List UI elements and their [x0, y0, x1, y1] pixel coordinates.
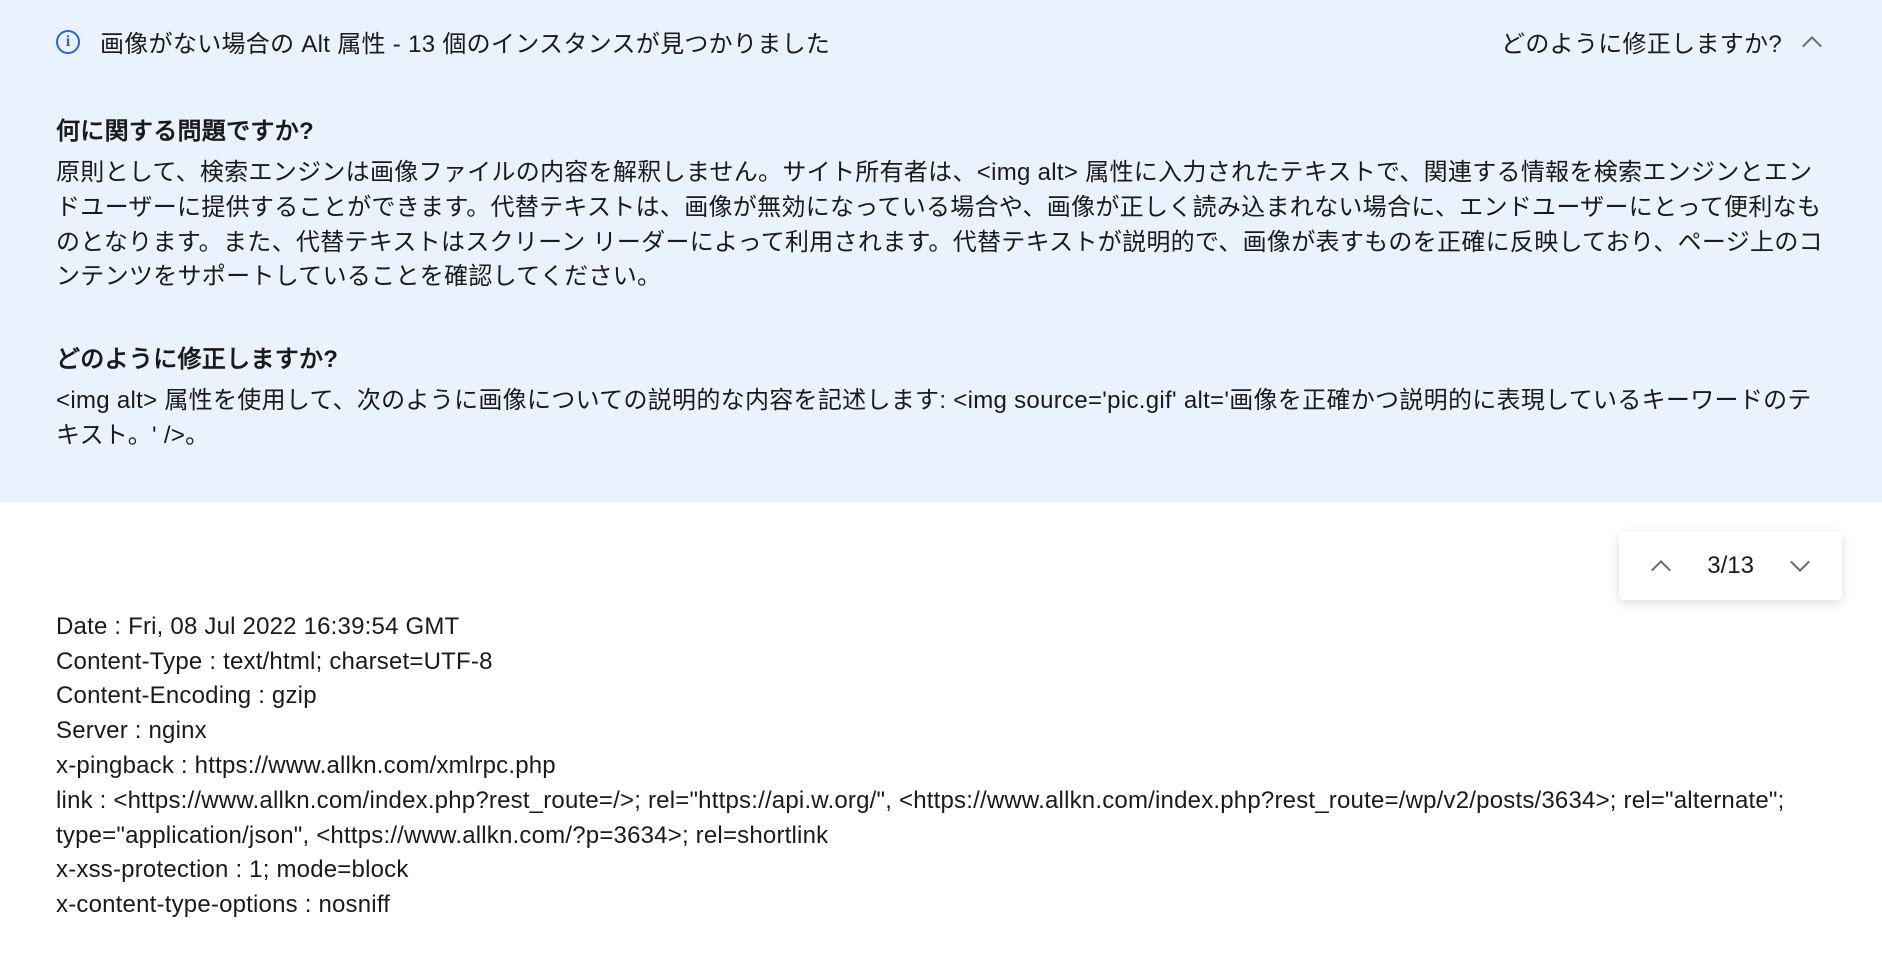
pager-prev-button[interactable]: [1647, 552, 1675, 580]
header-content-encoding: Content-Encoding : gzip: [56, 679, 1826, 714]
pager: 3/13: [1619, 532, 1842, 600]
header-x-pingback: x-pingback : https://www.allkn.com/xmlrp…: [56, 749, 1826, 784]
header-link: link : <https://www.allkn.com/index.php?…: [56, 784, 1826, 854]
issue-panel-header: 画像がない場合の Alt 属性 - 13 個のインスタンスが見つかりました どの…: [0, 0, 1882, 83]
panel-title: 画像がない場合の Alt 属性 - 13 個のインスタンスが見つかりました: [100, 24, 830, 59]
chevron-up-icon[interactable]: [1798, 28, 1826, 56]
header-x-xss-protection: x-xss-protection : 1; mode=block: [56, 853, 1826, 888]
panel-header-right: どのように修正しますか?: [1501, 24, 1826, 59]
problem-heading: 何に関する問題ですか?: [56, 111, 1826, 146]
header-content-type: Content-Type : text/html; charset=UTF-8: [56, 645, 1826, 680]
header-x-content-type-options: x-content-type-options : nosniff: [56, 888, 1826, 923]
info-icon: [56, 30, 80, 54]
pager-count: 3/13: [1707, 552, 1754, 580]
header-date: Date : Fri, 08 Jul 2022 16:39:54 GMT: [56, 610, 1826, 645]
pager-next-button[interactable]: [1786, 552, 1814, 580]
fix-heading: どのように修正しますか?: [56, 339, 1826, 374]
problem-text: 原則として、検索エンジンは画像ファイルの内容を解釈しません。サイト所有者は、<i…: [56, 156, 1826, 295]
http-headers-block: Date : Fri, 08 Jul 2022 16:39:54 GMT Con…: [56, 610, 1826, 923]
panel-header-left: 画像がない場合の Alt 属性 - 13 個のインスタンスが見つかりました: [56, 24, 830, 59]
how-to-fix-link[interactable]: どのように修正しますか?: [1501, 24, 1782, 59]
issue-panel-body: 何に関する問題ですか? 原則として、検索エンジンは画像ファイルの内容を解釈しませ…: [0, 83, 1882, 502]
header-server: Server : nginx: [56, 714, 1826, 749]
fix-text: <img alt> 属性を使用して、次のように画像についての説明的な内容を記述し…: [56, 384, 1826, 454]
detail-area: 3/13 Date : Fri, 08 Jul 2022 16:39:54 GM…: [0, 502, 1882, 923]
